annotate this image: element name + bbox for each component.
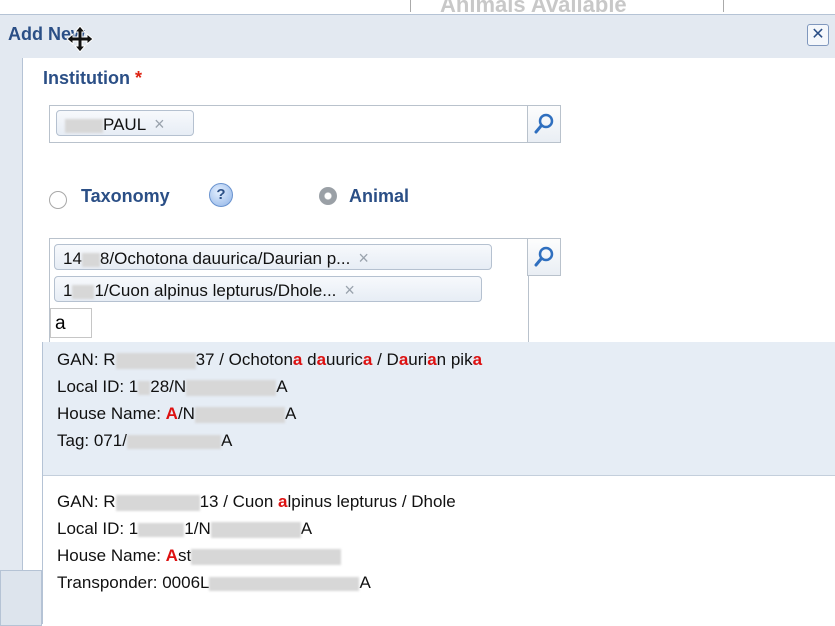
remove-token-icon[interactable]: ×	[154, 114, 165, 134]
institution-token: PAUL ×	[56, 110, 194, 136]
animal-search-button[interactable]	[527, 238, 561, 276]
animal-token: 1 1/Cuon alpinus lepturus/Dhole... ×	[54, 276, 482, 302]
animal-token: 14 8/Ochotona dauurica/Daurian p... ×	[54, 244, 492, 270]
result-local-id: Local ID: 1 1/N A	[57, 519, 313, 538]
taxonomy-radio[interactable]	[49, 191, 67, 209]
result-local-id: Local ID: 1 28/N A	[57, 377, 288, 396]
animal-radio[interactable]	[319, 187, 337, 205]
result-transponder: Transponder: 0006L A	[57, 573, 371, 592]
result-gan: GAN: R 13 / Cuon alpinus lepturus / Dhole	[57, 492, 456, 511]
redacted-text	[210, 521, 301, 538]
redacted-text	[191, 548, 342, 565]
redacted-text	[138, 380, 151, 395]
redacted-text	[81, 252, 100, 267]
search-icon	[534, 113, 554, 134]
dialog-footer-button[interactable]	[0, 570, 42, 626]
animal-search-input[interactable]: a	[50, 308, 92, 338]
redacted-text	[72, 284, 95, 299]
dialog-titlebar[interactable]: Add New ✕	[0, 15, 835, 57]
close-button[interactable]: ✕	[807, 24, 829, 46]
institution-label: Institution *	[43, 68, 143, 88]
required-mark: *	[135, 68, 143, 88]
redacted-text	[126, 434, 221, 449]
divider	[723, 0, 724, 12]
taxonomy-label[interactable]: Taxonomy	[81, 186, 170, 207]
redacted-text	[209, 576, 360, 591]
result-gan: GAN: R 37 / Ochotona dauurica / Daurian p…	[57, 350, 483, 369]
result-item-1[interactable]: GAN: R 37 / Ochotona dauurica / Daurian p…	[43, 342, 835, 476]
autocomplete-dropdown: GAN: R 37 / Ochotona dauurica / Daurian p…	[42, 342, 835, 624]
redacted-text	[65, 118, 103, 133]
result-tag: Tag: 071/A	[57, 431, 233, 450]
help-icon[interactable]: ?	[209, 183, 233, 207]
redacted-text	[138, 522, 185, 537]
remove-token-icon[interactable]: ×	[358, 248, 369, 268]
institution-field[interactable]: PAUL ×	[49, 105, 529, 143]
animal-selector-field[interactable]: 14 8/Ochotona dauurica/Daurian p... × 1 1/C…	[49, 238, 529, 346]
institution-search-button[interactable]	[527, 105, 561, 143]
divider	[410, 0, 411, 12]
result-item-2[interactable]: GAN: R 13 / Cuon alpinus lepturus / Dhole…	[43, 482, 835, 624]
animal-label[interactable]: Animal	[349, 186, 409, 207]
result-house-name: House Name: Ast	[57, 542, 835, 569]
result-house-name: House Name: A/N A	[57, 404, 297, 423]
move-cursor-icon	[66, 25, 94, 53]
redacted-text	[186, 379, 277, 396]
background-window: Animals Available	[0, 0, 835, 17]
search-icon	[534, 246, 554, 267]
remove-token-icon[interactable]: ×	[344, 280, 355, 300]
redacted-text	[194, 406, 285, 423]
redacted-text	[115, 352, 196, 369]
redacted-text	[115, 494, 200, 511]
